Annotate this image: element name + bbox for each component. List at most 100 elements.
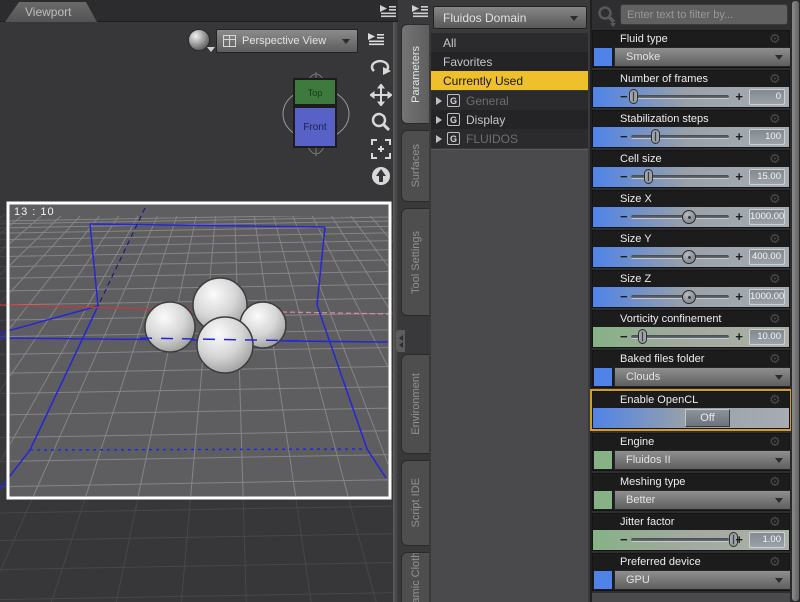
nudge-up-button[interactable]: + [735,89,743,105]
nudge-up-button[interactable]: + [735,289,743,305]
list-item-currently-used[interactable]: Currently Used [431,71,588,90]
slider-track[interactable] [631,255,729,259]
scrollbar-thumb[interactable] [792,1,799,601]
gear-icon[interactable] [769,191,783,207]
value-field[interactable]: 15.00 [749,169,785,185]
list-item-all[interactable]: All [431,33,588,52]
viewport-options-menu-icon[interactable] [367,32,385,46]
value-field[interactable]: 1000.00 [749,289,785,305]
meshing-type-dropdown[interactable]: Better [614,490,791,510]
slider-control[interactable]: − + 15.00 [593,167,789,187]
gear-icon[interactable] [769,311,783,327]
nudge-down-button[interactable]: − [620,249,628,265]
slider-track[interactable] [631,135,729,139]
animatable-swatch[interactable] [593,47,613,67]
value-field[interactable]: 10.00 [749,329,785,345]
gear-icon[interactable] [769,554,783,570]
frame-selection-icon[interactable] [368,137,394,161]
nudge-down-button[interactable]: − [620,89,628,105]
value-field[interactable]: 100 [749,129,785,145]
viewport-pane-menu-icon[interactable] [379,4,397,18]
gear-icon[interactable] [769,474,783,490]
node-scope-dropdown[interactable]: Fluidos Domain [433,6,587,29]
drawstyle-caret-icon[interactable] [207,47,215,52]
gear-icon[interactable] [769,434,783,450]
slider-control[interactable]: − + 10.00 [593,327,789,347]
slider-thumb[interactable] [682,290,696,304]
tab-parameters[interactable]: Parameters [401,24,429,124]
pane-collapse-handle[interactable] [396,330,405,352]
animatable-swatch[interactable] [593,570,613,590]
expand-arrow-icon[interactable] [436,115,442,124]
tab-script-ide[interactable]: Script IDE [401,460,429,546]
list-item-display[interactable]: G Display [431,110,588,129]
expand-arrow-icon[interactable] [436,96,442,105]
view-cube-top-face[interactable]: Top [293,78,337,106]
nudge-up-button[interactable]: + [735,209,743,225]
value-field[interactable]: 1.00 [749,532,785,548]
slider-control[interactable]: − + 1.00 [593,530,789,550]
gear-icon[interactable] [769,71,783,87]
parameters-scrollbar[interactable] [791,0,800,602]
nudge-down-button[interactable]: − [620,169,628,185]
gear-icon[interactable] [769,392,783,408]
value-field[interactable]: 400.00 [749,249,785,265]
slider-control[interactable]: − + 0 [593,87,789,107]
baked-files-dropdown[interactable]: Clouds [614,367,791,387]
filter-search-icon[interactable] [596,5,618,27]
view-cube[interactable]: Top Front [282,72,354,156]
tab-surfaces[interactable]: Surfaces [401,130,429,202]
value-field[interactable]: 0 [749,89,785,105]
nudge-up-button[interactable]: + [735,532,743,548]
nudge-up-button[interactable]: + [735,129,743,145]
list-item-favorites[interactable]: Favorites [431,52,588,71]
slider-control[interactable]: − + 1000.00 [593,287,789,307]
nudge-up-button[interactable]: + [735,169,743,185]
slider-thumb[interactable] [638,329,647,344]
parameters-pane-menu-icon[interactable] [411,4,429,18]
preferred-device-dropdown[interactable]: GPU [614,570,791,590]
animatable-swatch[interactable] [593,367,613,387]
orbit-rotate-icon[interactable] [368,56,394,80]
engine-dropdown[interactable]: Fluidos II [614,450,791,470]
viewport-tab[interactable]: Viewport [5,2,97,22]
pan-icon[interactable] [368,83,394,107]
slider-thumb[interactable] [629,89,638,104]
slider-track[interactable] [631,215,729,219]
tab-tool-settings[interactable]: Tool Settings [401,208,429,316]
slider-thumb[interactable] [682,250,696,264]
list-item-general[interactable]: G General [431,91,588,110]
zoom-magnifier-icon[interactable] [368,110,394,134]
tab-dynamic-clothing[interactable]: Dynamic Clothing [401,552,429,602]
slider-control[interactable]: − + 400.00 [593,247,789,267]
gear-icon[interactable] [769,231,783,247]
gear-icon[interactable] [769,151,783,167]
animatable-swatch[interactable] [593,490,613,510]
nudge-up-button[interactable]: + [735,329,743,345]
gear-icon[interactable] [769,351,783,367]
gear-icon[interactable] [769,111,783,127]
gear-icon[interactable] [769,514,783,530]
expand-arrow-icon[interactable] [436,134,442,143]
slider-track[interactable] [631,95,729,99]
list-item-fluidos[interactable]: G FLUIDOS [431,129,588,148]
slider-control[interactable]: − + 1000.00 [593,207,789,227]
animatable-swatch[interactable] [593,450,613,470]
nudge-down-button[interactable]: − [620,289,628,305]
value-field[interactable]: 1000.00 [749,209,785,225]
viewport-3d-canvas[interactable]: 13 : 10 Perspective View Top Front [0,22,400,602]
camera-selector-dropdown[interactable]: Perspective View [216,29,358,53]
gear-icon[interactable] [769,271,783,287]
nudge-down-button[interactable]: − [620,329,628,345]
slider-thumb[interactable] [682,210,696,224]
aim-home-icon[interactable] [368,164,394,188]
nudge-down-button[interactable]: − [620,129,628,145]
opencl-toggle-button[interactable]: Off [685,409,730,427]
slider-track[interactable] [631,295,729,299]
nudge-up-button[interactable]: + [735,249,743,265]
slider-thumb[interactable] [644,169,653,184]
view-cube-front-face[interactable]: Front [293,106,337,148]
fluid-type-dropdown[interactable]: Smoke [614,47,791,67]
nudge-down-button[interactable]: − [620,532,628,548]
slider-thumb[interactable] [651,129,660,144]
